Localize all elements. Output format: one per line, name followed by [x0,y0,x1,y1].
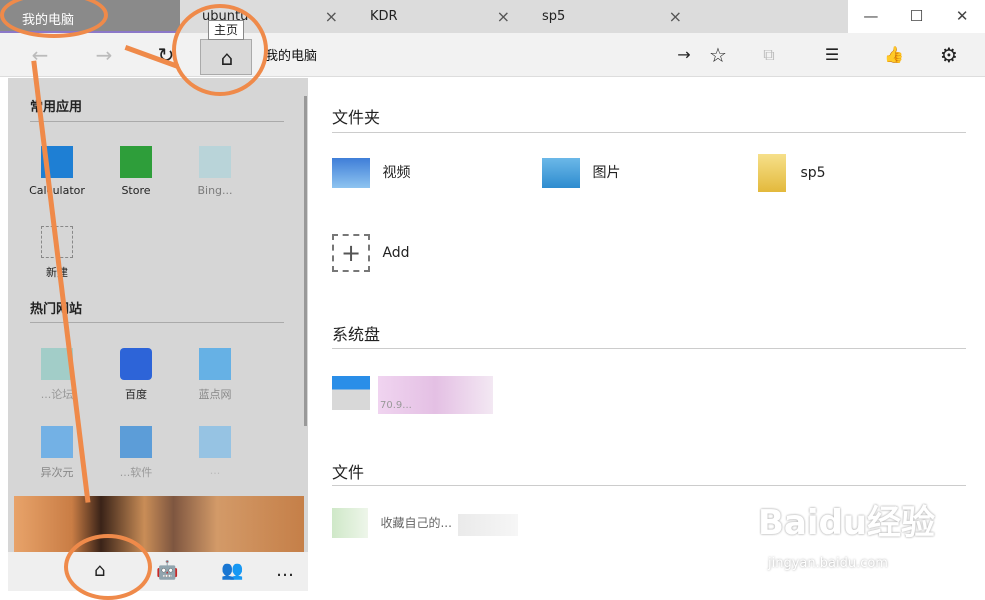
maximize-button[interactable]: ☐ [894,0,940,33]
baidu-watermark-logo: Baidu经验 [758,503,936,543]
address-bar[interactable]: 我的电脑 [265,45,317,64]
system-disk-heading: 系统盘 [332,325,381,344]
tab-sp5[interactable]: sp5 × [520,0,692,33]
divider [332,132,966,133]
site-icon [199,348,231,380]
folder-label: sp5 [800,165,826,181]
site-other[interactable]: ... [179,426,251,477]
site-label: ...软件 [119,466,153,479]
close-window-button[interactable]: ✕ [939,0,985,33]
blurred-banner-image [14,496,304,552]
site-icon [41,426,73,458]
picture-folder-icon [542,158,580,188]
hot-sites-heading: 热门网站 [30,302,83,317]
reading-list-icon[interactable]: ☰ [820,33,844,77]
site-icon [199,426,231,458]
site-label: ... [209,464,221,477]
tab-label: sp5 [542,9,566,24]
users-icon[interactable]: 👥 [221,560,243,581]
favorite-star-icon[interactable]: ☆ [705,33,731,77]
site-forum[interactable]: ...论坛 [21,348,93,402]
tab-bar: 我的电脑 ubuntu × KDR × sp5 × — ☐ ✕ [0,0,985,33]
site-label: 蓝点网 [198,388,232,401]
left-pane: 常用应用 Calculator Store Bing... 新建 热门网站 ..… [8,78,308,591]
divider [30,121,284,122]
video-folder-icon [332,158,370,188]
forward-button[interactable]: → [92,33,116,77]
files-heading: 文件 [332,463,365,482]
site-landian[interactable]: 蓝点网 [179,348,251,402]
site-icon [120,426,152,458]
close-tab-icon[interactable]: × [325,7,338,26]
store-icon [120,146,152,178]
folder-label: 视频 [382,165,411,181]
file-item[interactable]: 收藏自己的... [332,508,452,538]
folders-heading: 文件夹 [332,108,381,127]
bottom-nav: ⌂ 🤖 👥 … [8,552,308,591]
app-label: Bing... [197,184,233,197]
file-icon [332,508,368,538]
site-baidu[interactable]: 百度 [100,348,172,402]
windows-drive-icon [332,376,370,410]
app-label: Calculator [29,184,85,197]
baidu-watermark-url: jingyan.baidu.com [768,556,888,571]
robot-icon[interactable]: 🤖 [156,560,178,581]
add-folder-button[interactable]: + Add [332,234,410,272]
tab-label: KDR [370,9,398,24]
site-label: 百度 [125,388,147,401]
share-icon[interactable]: ⧉ [757,33,781,77]
yellow-folder-icon [758,154,786,192]
tab-kdr[interactable]: KDR × [348,0,520,33]
divider [332,348,966,349]
settings-gear-icon[interactable]: ⚙ [936,33,962,77]
folder-videos[interactable]: 视频 [332,158,410,188]
divider [332,485,966,486]
site-label: ...论坛 [40,388,74,401]
baidu-paw-icon [120,348,152,380]
app-bing[interactable]: Bing... [179,146,251,197]
left-scrollbar[interactable] [304,96,307,426]
close-tab-icon[interactable]: × [497,7,510,26]
plus-icon: + [332,234,370,272]
file-label: 收藏自己的... [380,516,452,530]
bing-icon [199,146,231,178]
system-disk-drive[interactable] [332,376,370,410]
app-calculator[interactable]: Calculator [21,146,93,197]
go-button[interactable]: → [672,33,696,77]
like-icon[interactable]: 👍 [880,33,908,77]
home-button-highlight-circle [172,4,268,96]
blurred-file-name [458,514,518,536]
disk-size-text: 70.9... [380,400,412,411]
folder-sp5[interactable]: sp5 [758,154,826,192]
site-label: 异次元 [40,466,74,479]
add-label: Add [382,245,410,261]
folder-label: 图片 [592,165,621,181]
window-controls: — ☐ ✕ [848,0,985,33]
site-software[interactable]: ...软件 [100,426,172,480]
home-nav-highlight-circle [64,534,152,600]
app-store[interactable]: Store [100,146,172,197]
minimize-button[interactable]: — [848,0,894,33]
close-tab-icon[interactable]: × [669,7,682,26]
app-label: Store [121,184,151,197]
more-icon[interactable]: … [276,560,294,581]
folder-pictures[interactable]: 图片 [542,158,620,188]
